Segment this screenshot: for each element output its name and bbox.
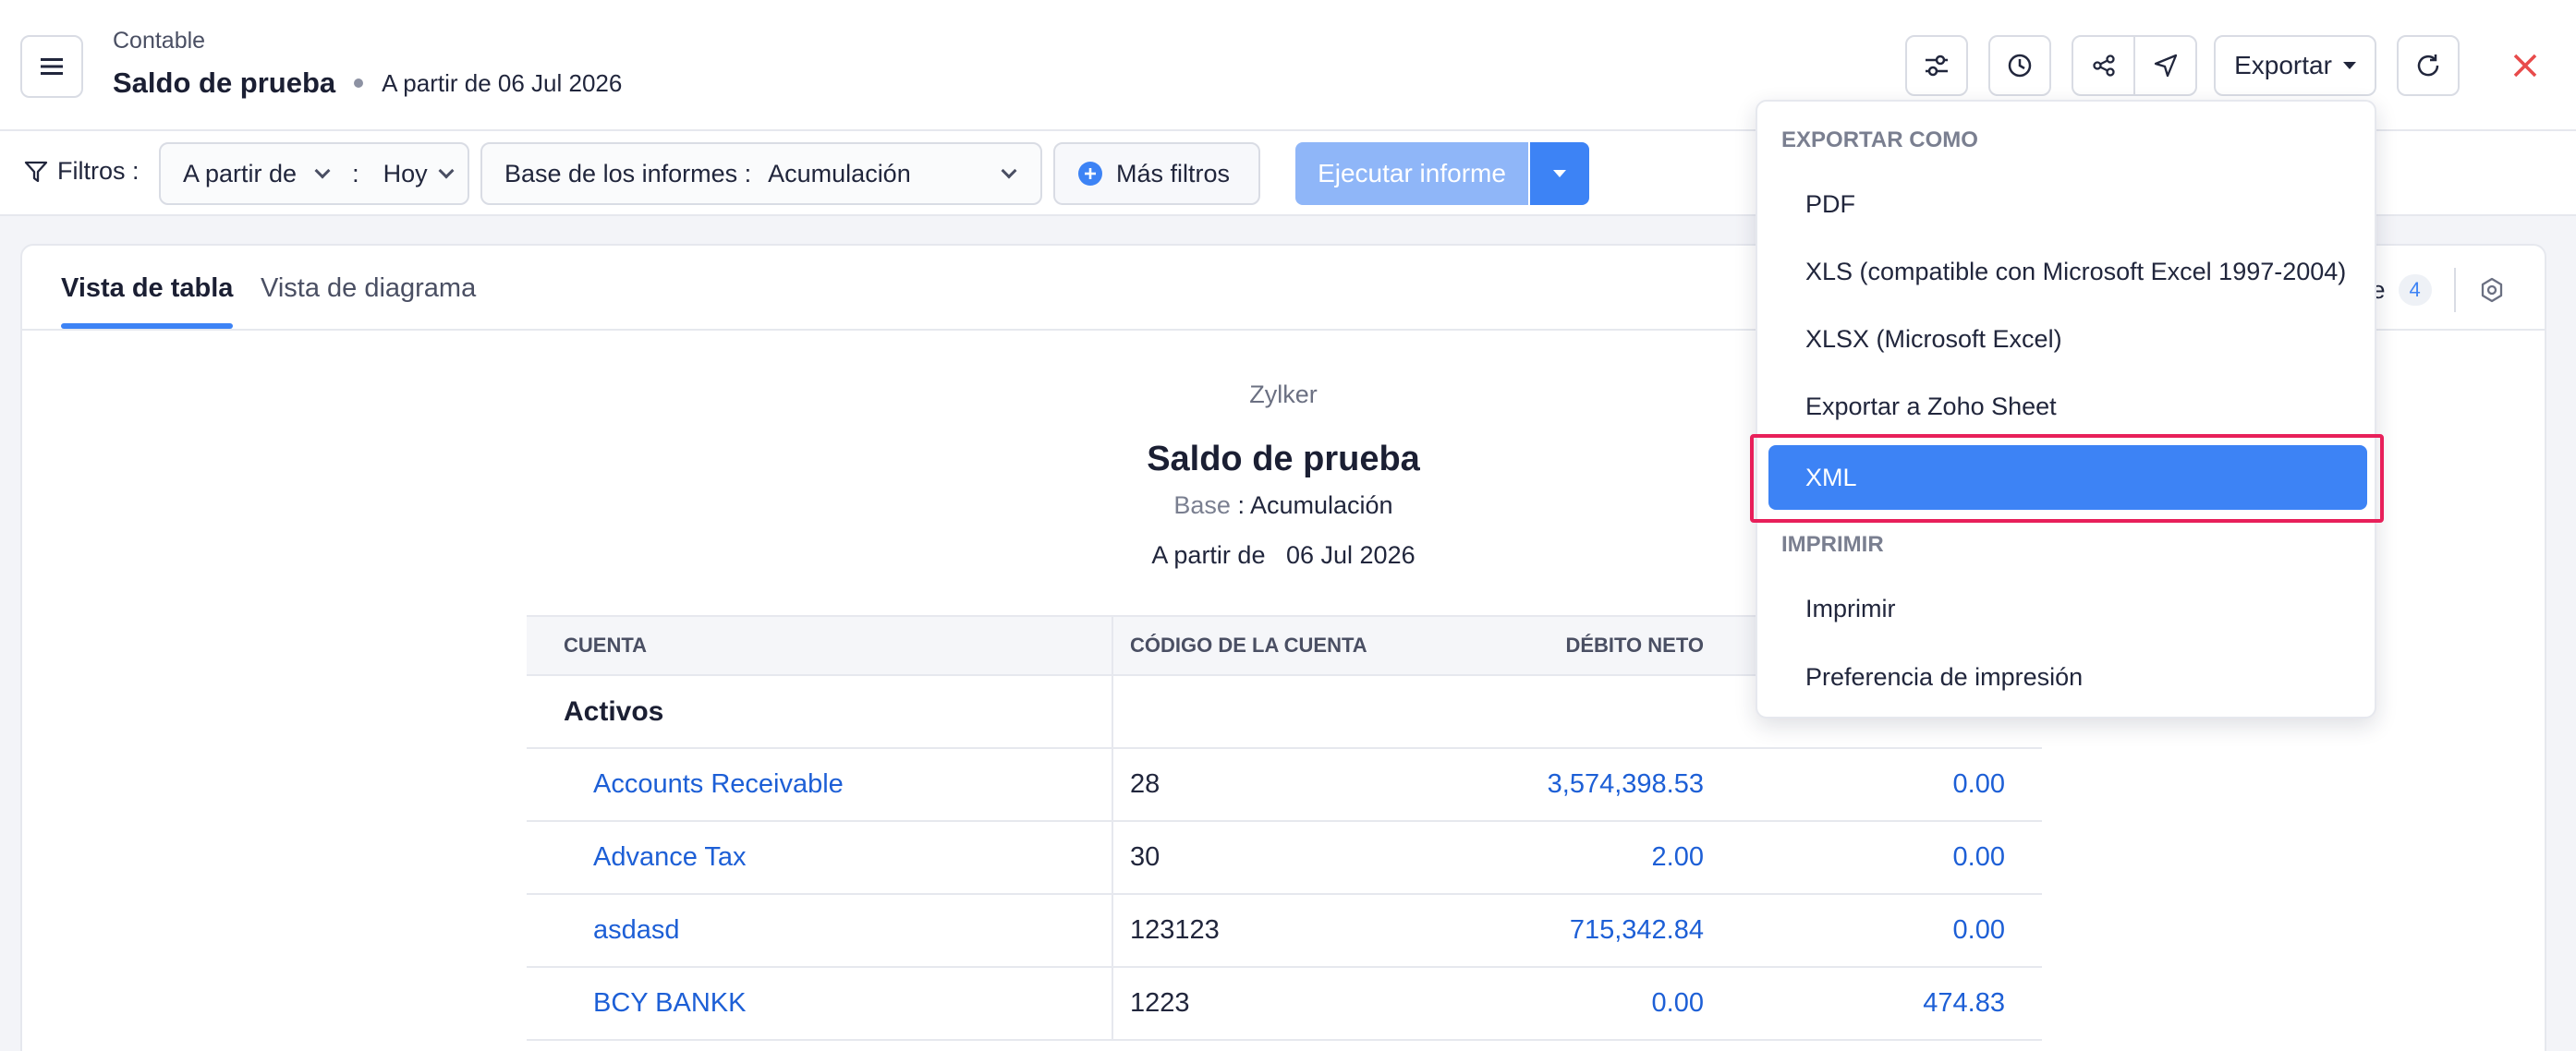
hamburger-menu-button[interactable] [20, 35, 83, 98]
section-export-as: EXPORTAR COMO [1781, 127, 1978, 152]
page-title: Saldo de prueba [113, 66, 336, 99]
clock-refresh-icon [2008, 54, 2032, 78]
net-credit-link[interactable]: 474.83 [1741, 967, 2042, 1041]
divider [2453, 268, 2456, 312]
refresh-icon [2417, 54, 2439, 77]
caret-down-icon [1553, 170, 1566, 177]
account-code: 123123 [1112, 894, 1427, 968]
xml-option-highlight [1750, 434, 2384, 523]
menu-item-xls[interactable]: XLS (compatible con Microsoft Excel 1997… [1768, 239, 2367, 304]
account-link[interactable]: Advance Tax [527, 821, 1113, 895]
title-row: Saldo de prueba A partir de 06 Jul 2026 [113, 66, 622, 100]
active-tab-indicator [61, 323, 233, 329]
more-filters-button[interactable]: Más filtros [1053, 142, 1260, 205]
count-badge: 4 [2398, 274, 2432, 306]
customize-button[interactable] [1905, 35, 1968, 96]
breadcrumb[interactable]: Contable [113, 28, 205, 54]
table-row: Advance Tax 30 2.00 0.00 [527, 821, 2042, 895]
share-button[interactable] [2073, 37, 2135, 94]
menu-item-print-preferences[interactable]: Preferencia de impresión [1768, 645, 2367, 709]
net-debit-link[interactable]: 715,342.84 [1427, 894, 1741, 968]
send-button[interactable] [2135, 37, 2195, 94]
tab-chart-view[interactable]: Vista de diagrama [261, 273, 476, 304]
menu-item-xlsx[interactable]: XLSX (Microsoft Excel) [1768, 307, 2367, 371]
section-print: IMPRIMIR [1781, 532, 1884, 557]
account-code: 28 [1112, 748, 1427, 822]
tab-table-view[interactable]: Vista de tabla [61, 273, 233, 304]
net-debit-link[interactable]: 3,574,398.53 [1427, 748, 1741, 822]
account-link[interactable]: asdasd [527, 894, 1113, 968]
export-label: Exportar [2234, 51, 2332, 79]
account-link[interactable]: BCY BANKK [527, 967, 1113, 1041]
net-credit-link[interactable]: 0.00 [1741, 894, 2042, 968]
filter-icon [24, 161, 48, 182]
export-button[interactable]: Exportar [2214, 35, 2376, 96]
table-row: Accounts Receivable 28 3,574,398.53 0.00 [527, 748, 2042, 822]
close-icon[interactable] [2506, 46, 2545, 85]
menu-item-print[interactable]: Imprimir [1768, 576, 2367, 641]
sliders-icon [1926, 54, 1948, 77]
account-code: 30 [1112, 821, 1427, 895]
export-dropdown-menu: EXPORTAR COMO PDF XLS (compatible con Mi… [1756, 100, 2376, 719]
column-header-net-debit[interactable]: DÉBITO NETO [1427, 615, 1741, 676]
hamburger-icon [41, 58, 63, 75]
table-row: BCY BANKK 1223 0.00 474.83 [527, 967, 2042, 1041]
group-label: Activos [527, 675, 1113, 749]
run-report-options-button[interactable] [1530, 142, 1589, 205]
schedule-button[interactable] [1988, 35, 2051, 96]
table-row: asdasd 123123 715,342.84 0.00 [527, 894, 2042, 968]
settings-icon[interactable] [2478, 276, 2506, 304]
paper-plane-icon [2154, 54, 2177, 78]
net-debit-link[interactable]: 2.00 [1427, 821, 1741, 895]
share-send-group [2072, 35, 2197, 96]
chevron-down-icon [438, 163, 455, 179]
share-icon [2092, 54, 2115, 77]
net-debit-link[interactable]: 0.00 [1427, 967, 1741, 1041]
plus-circle-icon [1078, 162, 1102, 186]
account-link[interactable]: Accounts Receivable [527, 748, 1113, 822]
separator-dot [354, 79, 364, 88]
account-code: 1223 [1112, 967, 1427, 1041]
chevron-down-icon [314, 163, 331, 179]
date-filter[interactable]: A partir de : Hoy [159, 142, 469, 205]
net-credit-link[interactable]: 0.00 [1741, 821, 2042, 895]
as-of-date: A partir de 06 Jul 2026 [382, 68, 623, 97]
run-report-button[interactable]: Ejecutar informe [1295, 142, 1528, 205]
basis-filter[interactable]: Base de los informes : Acumulación [480, 142, 1042, 205]
chevron-down-icon [1001, 163, 1017, 179]
column-header-code[interactable]: CÓDIGO DE LA CUENTA [1112, 615, 1427, 676]
refresh-button[interactable] [2397, 35, 2460, 96]
menu-item-pdf[interactable]: PDF [1768, 172, 2367, 236]
caret-down-icon [2342, 62, 2356, 69]
column-header-account[interactable]: CUENTA [527, 615, 1113, 676]
net-credit-link[interactable]: 0.00 [1741, 748, 2042, 822]
filters-label: Filtros : [24, 157, 140, 186]
menu-item-zoho-sheet[interactable]: Exportar a Zoho Sheet [1768, 374, 2367, 439]
